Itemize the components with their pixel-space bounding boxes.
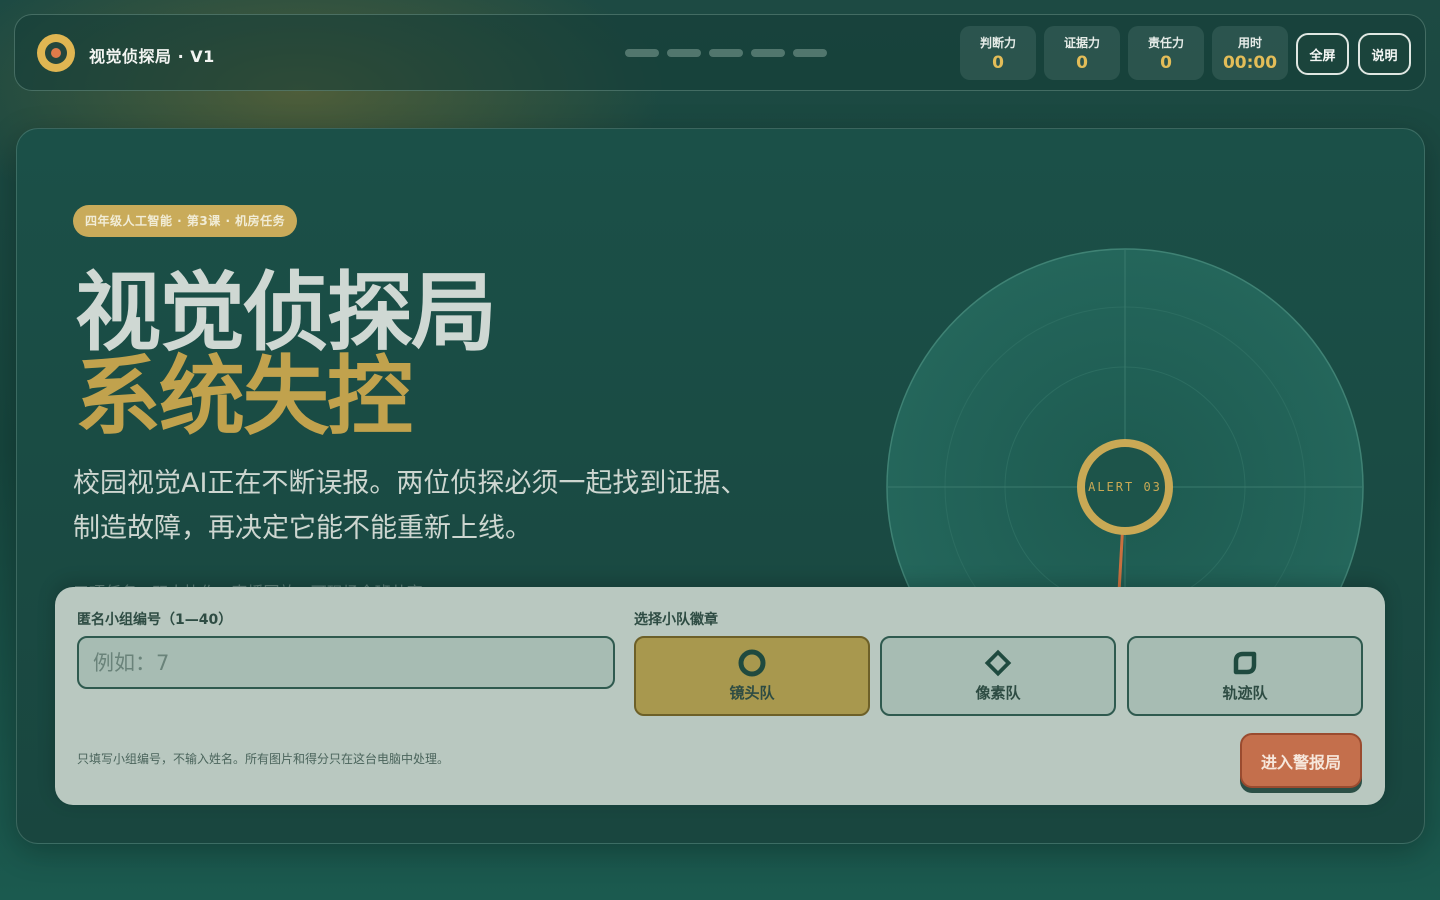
top-bar: 视觉侦探局 · V1 判断力 0 证据力 0 责任力 0 用时 00:00 全屏… <box>14 14 1426 91</box>
group-id-input[interactable] <box>77 636 615 689</box>
fullscreen-button[interactable]: 全屏 <box>1296 33 1349 75</box>
progress-step <box>709 49 743 57</box>
badge-pixel-team[interactable]: 像素队 <box>880 636 1116 716</box>
leaf-icon <box>1233 651 1257 675</box>
progress-step <box>667 49 701 57</box>
badge-name: 轨迹队 <box>1222 684 1268 702</box>
hero-intro: 校园视觉AI正在不断误报。两位侦探必须一起找到证据、制造故障，再决定它能不能重新… <box>73 468 748 544</box>
stat-label: 用时 <box>1237 36 1262 50</box>
lesson-pill: 四年级人工智能 · 第3课 · 机房任务 <box>73 205 298 237</box>
stat-label: 责任力 <box>1147 36 1184 50</box>
progress-steps <box>625 49 827 57</box>
group-id-label: 匿名小组编号（1—40） <box>77 612 233 628</box>
stat-evidence: 证据力 0 <box>1044 26 1120 80</box>
stat-value: 0 <box>992 53 1004 73</box>
hero-subtitle: 系统失控 <box>75 347 413 447</box>
stat-responsibility: 责任力 0 <box>1128 26 1204 80</box>
progress-step <box>793 49 827 57</box>
progress-step <box>751 49 785 57</box>
progress-step <box>625 49 659 57</box>
stat-value: 00:00 <box>1222 53 1278 73</box>
stat-value: 0 <box>1160 53 1172 73</box>
stat-value: 0 <box>1076 53 1088 73</box>
enter-button[interactable]: 进入警报局 <box>1240 733 1362 788</box>
stat-label: 证据力 <box>1063 36 1100 50</box>
logo-icon <box>37 34 75 72</box>
stat-judgment: 判断力 0 <box>960 26 1036 80</box>
hero-title: 视觉侦探局 <box>75 263 497 363</box>
help-button[interactable]: 说明 <box>1358 33 1411 75</box>
badge-lens-team[interactable]: 镜头队 <box>634 636 870 716</box>
badge-track-team[interactable]: 轨迹队 <box>1127 636 1363 716</box>
badge-select-label: 选择小队徽章 <box>634 612 718 628</box>
app-title: 视觉侦探局 · V1 <box>89 47 215 66</box>
diamond-icon <box>984 649 1012 677</box>
entry-form: 匿名小组编号（1—40） 选择小队徽章 镜头队 像素队 轨迹队 只填写小组编号，… <box>55 587 1385 805</box>
stat-timer: 用时 00:00 <box>1212 26 1288 80</box>
privacy-note: 只填写小组编号，不输入姓名。所有图片和得分只在这台电脑中处理。 <box>77 752 450 766</box>
badge-name: 像素队 <box>975 684 1021 702</box>
ring-icon <box>738 649 766 677</box>
stat-label: 判断力 <box>979 36 1016 50</box>
alert-label: ALERT 03 <box>1088 480 1162 494</box>
badge-name: 镜头队 <box>729 684 775 702</box>
